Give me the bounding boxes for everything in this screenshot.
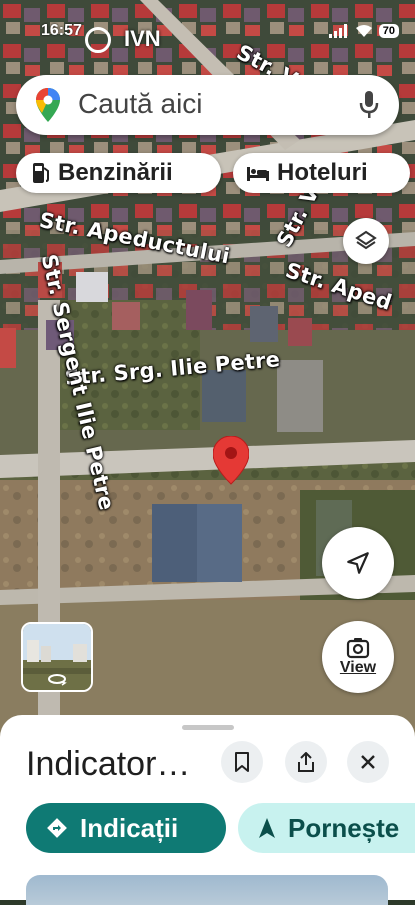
share-button[interactable] xyxy=(285,741,327,783)
save-button[interactable] xyxy=(221,741,263,783)
close-icon xyxy=(361,755,375,769)
maps-pin-logo-icon xyxy=(36,88,60,122)
wifi-icon xyxy=(355,25,372,37)
chip-label: Hoteluri xyxy=(277,159,368,186)
bookmark-icon xyxy=(235,752,249,772)
my-location-button[interactable] xyxy=(322,527,394,599)
directions-label: Indicații xyxy=(80,812,179,843)
search-bar[interactable]: Caută aici xyxy=(16,75,399,135)
navigation-arrow-up-icon xyxy=(259,818,275,838)
layers-button[interactable] xyxy=(343,218,389,264)
directions-icon xyxy=(47,818,67,838)
layers-icon xyxy=(355,230,377,250)
signal-icon xyxy=(328,24,347,38)
chip-gas-stations[interactable]: Benzinării xyxy=(16,153,221,193)
microphone-icon[interactable] xyxy=(359,91,379,119)
system-icons: 70 xyxy=(328,24,399,38)
start-label: Pornește xyxy=(288,812,400,843)
battery-level: 70 xyxy=(378,24,399,38)
status-bar: 16:57 IVN 70 xyxy=(0,18,415,53)
chip-hotels[interactable]: Hoteluri xyxy=(233,153,410,193)
search-input[interactable]: Caută aici xyxy=(78,88,203,120)
directions-button[interactable]: Indicații xyxy=(26,803,226,853)
place-sheet[interactable]: Indicator… Indicații Pornește xyxy=(0,715,415,905)
share-icon xyxy=(298,752,314,772)
gas-station-icon xyxy=(33,163,49,183)
hotel-bed-icon xyxy=(247,167,269,181)
view-button[interactable]: View xyxy=(322,621,394,693)
place-title: Indicator… xyxy=(26,745,191,783)
place-photo[interactable] xyxy=(26,875,388,905)
navigation-indicator-icon xyxy=(85,27,111,53)
lens-camera-icon xyxy=(346,638,370,659)
street-view-thumbnail[interactable] xyxy=(21,622,93,692)
status-carrier: IVN xyxy=(124,26,161,51)
close-button[interactable] xyxy=(347,741,389,783)
navigation-arrow-icon xyxy=(347,552,369,574)
sheet-drag-handle[interactable] xyxy=(182,725,234,730)
chip-label: Benzinării xyxy=(58,159,173,186)
start-navigation-button[interactable]: Pornește xyxy=(238,803,415,853)
view-label: View xyxy=(339,659,377,676)
status-time: 16:57 xyxy=(41,22,82,39)
rotate-360-icon xyxy=(48,674,67,686)
location-pin-icon[interactable] xyxy=(213,436,249,486)
